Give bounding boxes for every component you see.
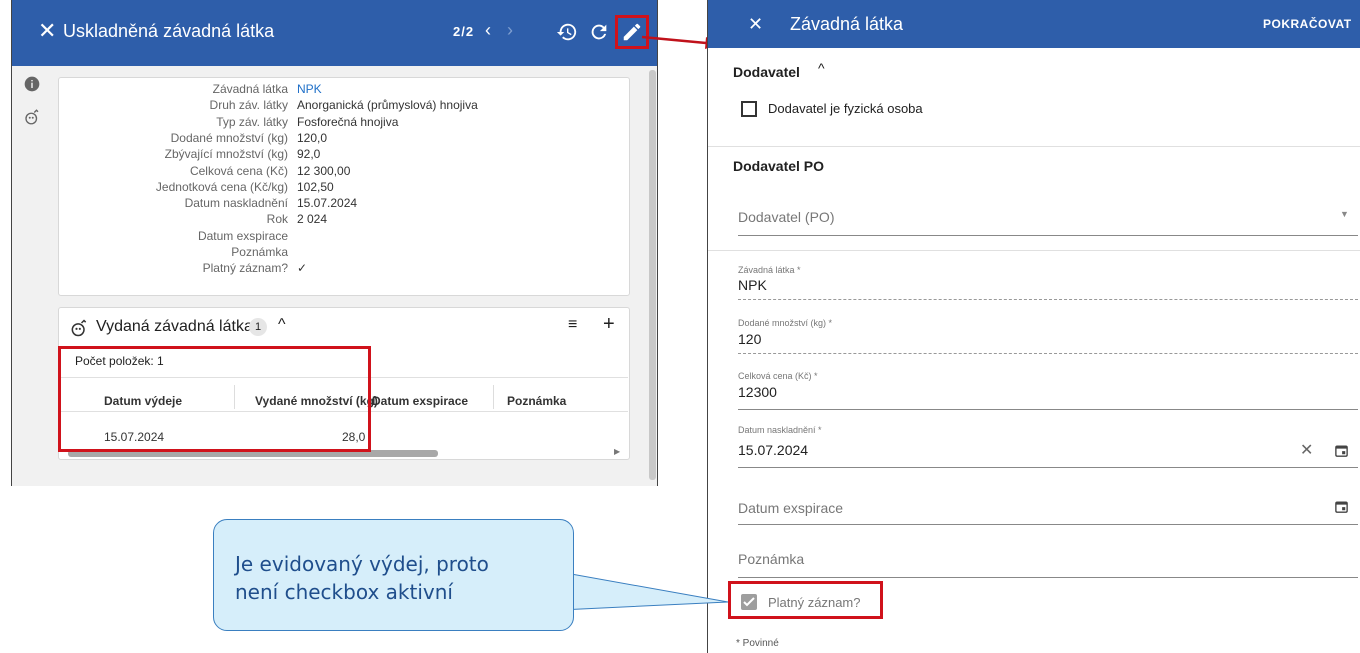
history-icon[interactable]	[556, 21, 578, 43]
stock-date-label: Datum naskladnění *	[738, 425, 822, 435]
substance-release-icon[interactable]	[23, 108, 41, 126]
detail-value: 12 300,00	[297, 163, 351, 178]
callout-pointer	[560, 571, 729, 611]
detail-label: Jednotková cena (Kč/kg)	[155, 179, 288, 194]
list-icon[interactable]: ≡	[568, 316, 577, 334]
detail-value: 102,50	[297, 179, 334, 194]
substance-label: Závadná látka *	[738, 265, 801, 275]
detail-label: Datum exspirace	[197, 228, 288, 243]
physical-person-checkbox[interactable]	[741, 101, 757, 117]
detail-value: Anorganická (průmyslová) hnojiva	[297, 98, 478, 113]
chevron-left-icon[interactable]: ‹	[485, 20, 491, 41]
continue-button[interactable]: POKRAČOVAT	[1263, 17, 1352, 31]
delivered-label: Dodané množství (kg) *	[738, 318, 833, 328]
detail-row: Rok 2 024	[58, 212, 628, 228]
issued-table-highlight	[58, 346, 371, 452]
price-label: Celková cena (Kč) *	[738, 371, 818, 381]
stock-date-field[interactable]: 15.07.2024	[738, 442, 808, 458]
detail-label: Závadná látka	[212, 82, 288, 96]
substance-field: NPK	[738, 277, 767, 293]
record-pager: 2/2	[453, 24, 475, 39]
form-header: ✕ Závadná látka POKRAČOVAT	[708, 0, 1360, 48]
detail-row: Celková cena (Kč) 12 300,00	[58, 164, 628, 180]
callout-line: Je evidovaný výdej, proto	[235, 552, 489, 576]
issued-section-title: Vydaná závadná látka	[96, 318, 253, 335]
add-icon[interactable]: +	[603, 313, 615, 336]
detail-label: Typ záv. látky	[216, 114, 288, 129]
detail-label: Druh záv. látky	[209, 98, 288, 113]
detail-value: Fosforečná hnojiva	[297, 114, 399, 129]
supplier-po-select[interactable]: Dodavatel (PO)	[738, 209, 834, 225]
scroll-right-icon[interactable]: ▶	[614, 447, 620, 456]
section-supplier-po: Dodavatel PO	[733, 158, 825, 174]
column-header[interactable]: Poznámka	[507, 394, 566, 408]
callout-note: Je evidovaný výdej, proto není checkbox …	[213, 519, 574, 631]
collapse-chevron-icon[interactable]: ^	[818, 60, 825, 76]
detail-value[interactable]: NPK	[297, 82, 322, 96]
callout-line: není checkbox aktivní	[235, 580, 453, 604]
price-field[interactable]: 12300	[738, 384, 777, 400]
vertical-scrollbar[interactable]	[649, 70, 656, 480]
close-icon[interactable]: ✕	[38, 20, 56, 42]
count-badge: 1	[249, 318, 267, 336]
calendar-icon[interactable]	[1334, 443, 1349, 458]
required-note: * Povinné	[736, 638, 779, 649]
column-header[interactable]: Datum exspirace	[372, 394, 468, 408]
detail-row: Druh záv. látky Anorganická (průmyslová) …	[58, 98, 628, 114]
detail-label: Dodané množství (kg)	[170, 130, 288, 145]
detail-value: 120,0	[297, 130, 328, 145]
section-supplier: Dodavatel	[733, 64, 800, 80]
detail-value: 2 024	[297, 212, 328, 227]
detail-label: Platný záznam?	[202, 261, 288, 276]
detail-row: Zbývající množství (kg) 92,0	[58, 147, 628, 163]
detail-value: 92,0	[297, 147, 321, 162]
detail-row: Poznámka	[58, 245, 628, 261]
delivered-field: 120	[738, 331, 762, 347]
refresh-icon[interactable]	[588, 21, 610, 43]
calendar-icon[interactable]	[1334, 499, 1349, 514]
detail-row: Platný záznam? ✓	[58, 261, 628, 277]
chevron-right-icon[interactable]: ›	[507, 20, 513, 41]
info-icon[interactable]	[24, 76, 40, 92]
edit-form-panel: ✕ Závadná látka POKRAČOVAT Dodavatel ^ D…	[707, 0, 1360, 653]
detail-label: Celková cena (Kč)	[189, 163, 288, 178]
close-icon[interactable]: ✕	[748, 14, 763, 35]
record-detail-panel: ✕ Uskladněná závadná látka 2/2 ‹ › Závad…	[11, 0, 658, 486]
detail-header: ✕ Uskladněná závadná látka 2/2 ‹ ›	[12, 0, 657, 66]
detail-value: ✓	[297, 261, 308, 276]
valid-checkbox-highlight	[728, 581, 883, 619]
detail-row: Závadná látka NPK	[58, 82, 628, 98]
detail-row: Datum naskladnění 15.07.2024	[58, 196, 628, 212]
page-title: Uskladněná závadná látka	[63, 21, 275, 41]
substance-release-icon	[71, 319, 87, 337]
physical-person-label: Dodavatel je fyzická osoba	[768, 101, 923, 116]
detail-label: Rok	[266, 212, 288, 227]
detail-row: Datum exspirace	[58, 229, 628, 245]
form-title: Závadná látka	[790, 14, 904, 34]
dropdown-arrow-icon[interactable]: ▼	[1340, 209, 1349, 219]
note-field[interactable]: Poznámka	[738, 551, 804, 567]
detail-row: Dodané množství (kg) 120,0	[58, 131, 628, 147]
detail-row: Typ záv. látky Fosforečná hnojiva	[58, 115, 628, 131]
collapse-chevron-icon[interactable]: ^	[278, 316, 286, 334]
detail-row: Jednotková cena (Kč/kg) 102,50	[58, 180, 628, 196]
detail-label: Poznámka	[231, 245, 288, 259]
clear-icon[interactable]: ✕	[1300, 440, 1313, 460]
detail-label: Datum naskladnění	[184, 196, 288, 211]
detail-value: 15.07.2024	[297, 196, 358, 211]
expiry-date-field[interactable]: Datum exspirace	[738, 500, 843, 516]
detail-label: Zbývající množství (kg)	[164, 147, 288, 162]
